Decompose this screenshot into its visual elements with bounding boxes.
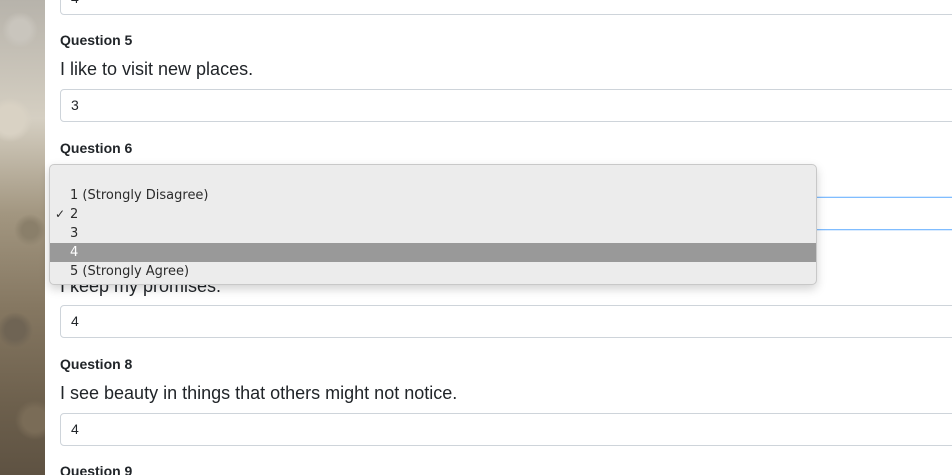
question-7-answer-field[interactable]: 4 [60,305,952,338]
question-5-text: I like to visit new places. [60,59,254,79]
desktop-background [0,0,45,475]
question-4-answer-field[interactable]: 4 [60,0,952,15]
question-5-answer-value: 3 [71,97,79,113]
screen: 4 Question 5 I like to visit new places.… [0,0,952,475]
dropdown-option-label: 3 [70,226,79,241]
dropdown-option-label: 1 (Strongly Disagree) [70,188,209,203]
question-6-label: Question 6 [60,140,133,156]
question-7-answer-value: 4 [71,313,79,329]
question-5-answer-field[interactable]: 3 [60,89,952,122]
question-8-label: Question 8 [60,356,133,372]
question-8-answer-field[interactable]: 4 [60,413,952,446]
dropdown-option-label: 5 (Strongly Agree) [70,264,190,279]
question-9-label: Question 9 [60,463,133,475]
dropdown-option-4[interactable]: 4 [50,243,816,262]
answer-dropdown-menu: 1 (Strongly Disagree) ✓ 2 3 4 5 (Strongl… [49,164,817,285]
question-8-text: I see beauty in things that others might… [60,383,458,403]
checkmark-icon: ✓ [55,207,66,221]
question-5-label: Question 5 [60,32,133,48]
dropdown-option-label: 2 [70,207,79,222]
question-4-answer-value: 4 [71,0,79,6]
dropdown-option-1[interactable]: 1 (Strongly Disagree) [50,186,816,205]
question-8-answer-value: 4 [71,421,79,437]
dropdown-option-5[interactable]: 5 (Strongly Agree) [50,262,816,281]
dropdown-option-3[interactable]: 3 [50,224,816,243]
dropdown-option-2[interactable]: ✓ 2 [50,205,816,224]
dropdown-option-label: 4 [70,245,79,260]
